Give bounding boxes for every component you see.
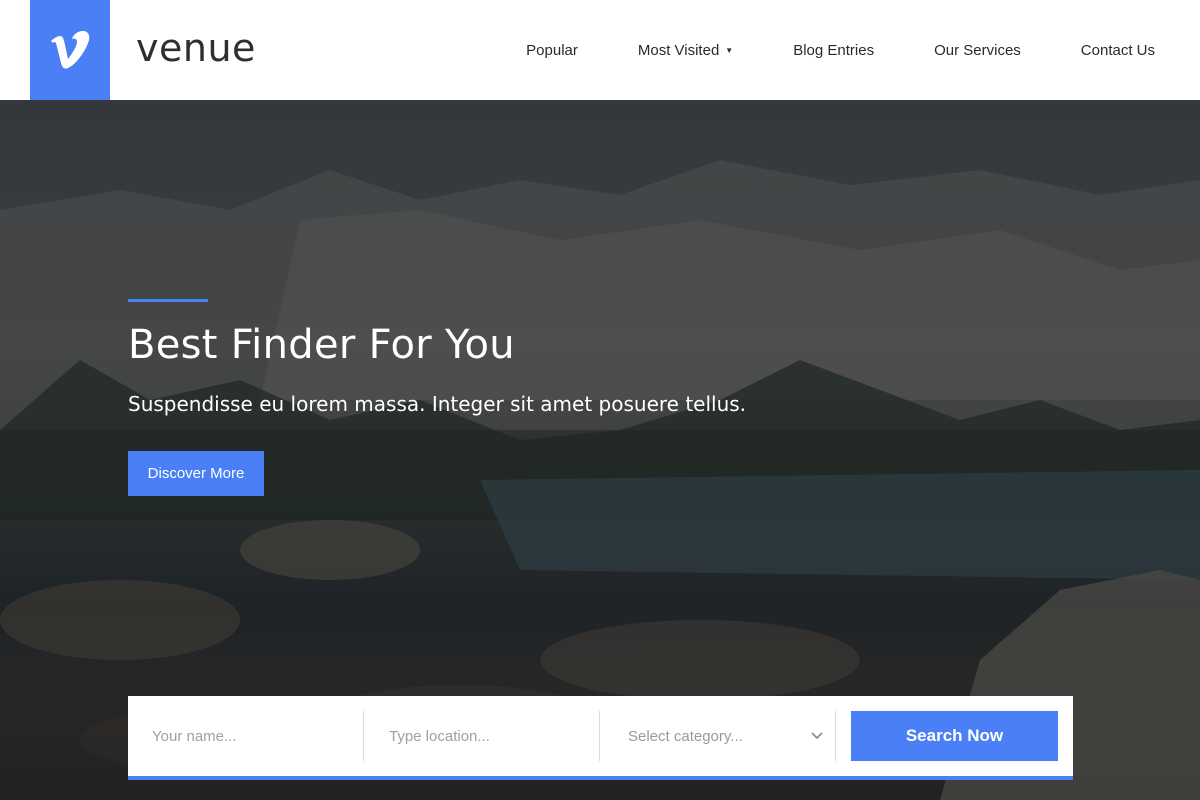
hero-subtitle: Suspendisse eu lorem massa. Integer sit … (128, 392, 747, 416)
vimeo-v-icon (51, 31, 90, 69)
divider (363, 711, 364, 761)
nav-item-label: Our Services (934, 41, 1021, 59)
main-nav: Popular Most Visited ▼ Blog Entries Our … (526, 0, 1155, 100)
divider (835, 711, 836, 761)
location-field-wrapper (389, 711, 589, 761)
nav-item-label: Popular (526, 41, 578, 59)
nav-item-label: Blog Entries (793, 41, 875, 59)
nav-item-our-services[interactable]: Our Services (934, 42, 1021, 59)
discover-more-button[interactable]: Discover More (128, 451, 264, 496)
category-select-value: Select category... (628, 727, 743, 745)
search-form: Select category... Search Now (128, 696, 1073, 780)
caret-down-icon: ▼ (725, 46, 734, 55)
site-header: venue Popular Most Visited ▼ Blog Entrie… (0, 0, 1200, 100)
chevron-down-icon (811, 729, 823, 743)
hero-banner: Best Finder For You Suspendisse eu lorem… (0, 100, 1200, 800)
category-select[interactable]: Select category... (628, 711, 823, 761)
nav-item-label: Contact Us (1080, 41, 1155, 59)
nav-item-most-visited[interactable]: Most Visited ▼ (638, 42, 733, 59)
nav-item-popular[interactable]: Popular (526, 42, 578, 59)
name-field-wrapper (152, 711, 352, 761)
nav-item-label: Most Visited (637, 41, 720, 59)
logo[interactable] (30, 0, 110, 100)
nav-item-blog-entries[interactable]: Blog Entries (793, 42, 874, 59)
hero-background-image (0, 100, 1200, 800)
brand-name[interactable]: venue (136, 26, 256, 70)
divider (599, 711, 600, 761)
name-input[interactable] (152, 727, 352, 745)
hero-accent-line (128, 299, 208, 302)
location-input[interactable] (389, 727, 589, 745)
search-now-button[interactable]: Search Now (851, 711, 1058, 761)
nav-item-contact-us[interactable]: Contact Us (1081, 42, 1155, 59)
hero-title: Best Finder For You (128, 322, 515, 368)
